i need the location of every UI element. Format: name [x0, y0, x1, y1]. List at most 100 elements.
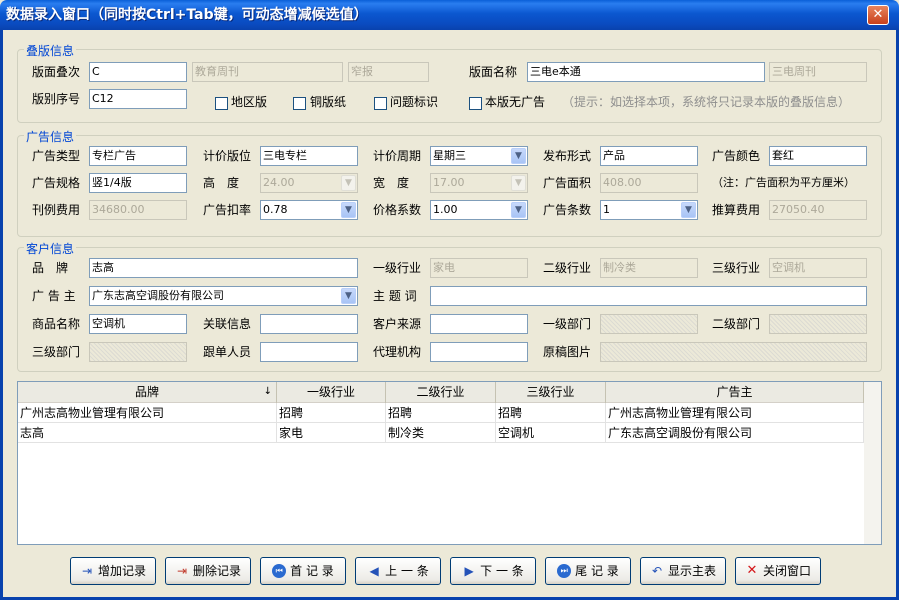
discount-select[interactable]: 0.78 ▼ — [260, 200, 358, 220]
region-checkbox[interactable] — [215, 97, 228, 110]
chevron-down-icon[interactable]: ▼ — [341, 202, 356, 218]
area-label: 广告面积 — [543, 176, 592, 190]
height-select: 24.00 ▼ — [260, 173, 358, 193]
chevron-down-icon[interactable]: ▼ — [511, 202, 526, 218]
delete-record-button[interactable]: ⇥ 删除记录 — [165, 557, 251, 585]
topic-input[interactable] — [430, 286, 867, 306]
last-record-label: 尾 记 录 — [575, 564, 619, 578]
last-record-button[interactable]: ⏭ 尾 记 录 — [545, 557, 631, 585]
count-label: 广告条数 — [543, 203, 592, 217]
column-header-industry2[interactable]: 二级行业 — [386, 382, 496, 403]
last-record-icon: ⏭ — [557, 564, 572, 578]
table-row[interactable]: 志高 家电 制冷类 空调机 广东志高空调股份有限公司 — [18, 423, 864, 443]
close-icon: ✕ — [746, 563, 758, 578]
related-input[interactable] — [260, 314, 358, 334]
table-cell: 广东志高空调股份有限公司 — [606, 423, 864, 443]
industry3-input: 空调机 — [769, 258, 867, 278]
ad-type-input[interactable]: 专栏广告 — [89, 146, 187, 166]
chevron-down-icon[interactable]: ▼ — [341, 288, 356, 304]
column-header-advertiser[interactable]: 广告主 — [606, 382, 864, 403]
page-name-input[interactable]: 三电e本通 — [527, 62, 765, 82]
industry2-label: 二级行业 — [543, 261, 592, 275]
table-cell: 空调机 — [496, 423, 606, 443]
dept1-input — [600, 314, 698, 334]
publish-form-label: 发布形式 — [543, 149, 592, 163]
source-label: 客户来源 — [373, 317, 422, 331]
brand-label: 品 牌 — [32, 261, 69, 275]
close-window-icon[interactable]: ✕ — [867, 5, 889, 25]
source-input[interactable] — [430, 314, 528, 334]
ad-color-label: 广告颜色 — [712, 149, 761, 163]
edition-input[interactable]: C — [89, 62, 187, 82]
table-row[interactable]: 广州志高物业管理有限公司 招聘 招聘 招聘 广州志高物业管理有限公司 — [18, 403, 864, 423]
ad-color-input[interactable]: 套红 — [769, 146, 867, 166]
industry1-label: 一级行业 — [373, 261, 422, 275]
copper-checkbox[interactable] — [293, 97, 306, 110]
table-cell: 招聘 — [277, 403, 386, 423]
page-no-label: 版别序号 — [32, 92, 81, 106]
price-cycle-label: 计价周期 — [373, 149, 422, 163]
table-header: 品牌 ↓ 一级行业 二级行业 三级行业 广告主 — [18, 382, 864, 403]
records-table[interactable]: 品牌 ↓ 一级行业 二级行业 三级行业 广告主 广州志高物业管理有限公司 招聘 … — [17, 381, 882, 545]
no-ad-checkbox[interactable] — [469, 97, 482, 110]
count-select[interactable]: 1 ▼ — [600, 200, 698, 220]
fee-label: 刊例费用 — [32, 203, 81, 217]
follower-input[interactable] — [260, 342, 358, 362]
chevron-down-icon: ▼ — [511, 175, 526, 191]
issue-checkbox[interactable] — [374, 97, 387, 110]
section-title-layout: 叠版信息 — [24, 42, 77, 59]
table-scrollbar[interactable] — [864, 382, 881, 544]
column-header-industry3[interactable]: 三级行业 — [496, 382, 606, 403]
edition-extra-input-1: 教育周刊 — [192, 62, 343, 82]
product-input[interactable]: 空调机 — [89, 314, 187, 334]
page-no-input[interactable]: C12 — [89, 89, 187, 109]
advertiser-select[interactable]: 广东志高空调股份有限公司 ▼ — [89, 286, 358, 306]
column-header-industry1[interactable]: 一级行业 — [277, 382, 386, 403]
undo-icon: ↶ — [651, 564, 663, 578]
follower-label: 跟单人员 — [203, 345, 252, 359]
show-main-button[interactable]: ↶ 显示主表 — [640, 557, 726, 585]
delete-record-label: 删除记录 — [192, 564, 241, 578]
column-header-brand[interactable]: 品牌 ↓ — [18, 382, 277, 403]
table-cell: 家电 — [277, 423, 386, 443]
table-cell: 广州志高物业管理有限公司 — [18, 403, 277, 423]
area-input: 408.00 — [600, 173, 698, 193]
ad-spec-input[interactable]: 竖1/4版 — [89, 173, 187, 193]
price-cycle-select[interactable]: 星期三 ▼ — [430, 146, 528, 166]
edition-label: 版面叠次 — [32, 65, 81, 79]
chevron-down-icon[interactable]: ▼ — [681, 202, 696, 218]
no-ad-checkbox-label: 本版无广告 — [485, 95, 546, 109]
table-cell: 招聘 — [496, 403, 606, 423]
add-record-button[interactable]: ⇥ 增加记录 — [70, 557, 156, 585]
advertiser-value: 广东志高空调股份有限公司 — [92, 289, 224, 302]
agency-input[interactable] — [430, 342, 528, 362]
section-title-ad: 广告信息 — [24, 128, 77, 145]
publish-form-input[interactable]: 产品 — [600, 146, 698, 166]
add-record-icon: ⇥ — [81, 564, 93, 578]
prev-record-button[interactable]: ◀ 上 一 条 — [355, 557, 441, 585]
close-window-button[interactable]: ✕ 关闭窗口 — [735, 557, 821, 585]
discount-value: 0.78 — [263, 203, 288, 216]
issue-checkbox-label: 问题标识 — [390, 95, 439, 109]
column-header-label: 品牌 — [134, 385, 159, 399]
price-slot-input[interactable]: 三电专栏 — [260, 146, 358, 166]
ad-spec-label: 广告规格 — [32, 176, 81, 190]
product-label: 商品名称 — [32, 317, 81, 331]
industry2-input: 制冷类 — [600, 258, 698, 278]
region-checkbox-label: 地区版 — [231, 95, 268, 109]
next-record-label: 下 一 条 — [480, 564, 524, 578]
table-cell: 志高 — [18, 423, 277, 443]
chevron-down-icon[interactable]: ▼ — [511, 148, 526, 164]
dept1-label: 一级部门 — [543, 317, 592, 331]
price-slot-label: 计价版位 — [203, 149, 252, 163]
height-value: 24.00 — [263, 176, 295, 189]
edition-extra-input-2: 窄报 — [348, 62, 429, 82]
window-title: 数据录入窗口（同时按Ctrl+Tab键，可动态增减候选值） — [6, 7, 368, 23]
next-record-button[interactable]: ▶ 下 一 条 — [450, 557, 536, 585]
coef-select[interactable]: 1.00 ▼ — [430, 200, 528, 220]
fee-input: 34680.00 — [89, 200, 187, 220]
first-record-button[interactable]: ⏮ 首 记 录 — [260, 557, 346, 585]
title-bar: 数据录入窗口（同时按Ctrl+Tab键，可动态增减候选值） ✕ — [0, 0, 899, 30]
industry3-label: 三级行业 — [712, 261, 761, 275]
brand-input[interactable]: 志高 — [89, 258, 358, 278]
